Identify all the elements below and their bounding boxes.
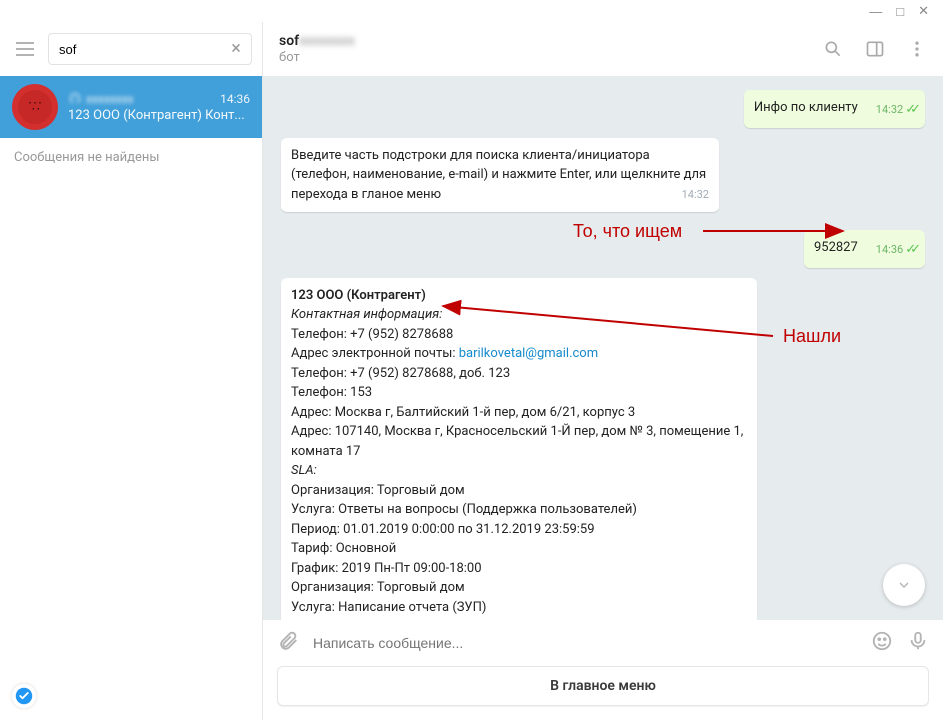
phone-line: Телефон: 153 bbox=[291, 385, 372, 400]
sla-line: Услуга: Ответы на вопросы (Поддержка пол… bbox=[291, 502, 637, 517]
message-time: 14:36 bbox=[876, 242, 903, 259]
message-text: Инфо по клиенту bbox=[754, 100, 858, 115]
main-menu-button[interactable]: В главное меню bbox=[277, 666, 929, 706]
sla-line: Тариф: Основной bbox=[291, 541, 396, 556]
message-incoming[interactable]: Введите часть подстроки для поиска клиен… bbox=[281, 138, 719, 213]
message-outgoing[interactable]: 952827 14:36✓✓ bbox=[804, 230, 925, 268]
search-input[interactable] bbox=[48, 33, 252, 65]
message-time: 14:32 bbox=[682, 187, 709, 204]
window-minimize-button[interactable]: — bbox=[869, 4, 882, 19]
phone-line: Телефон: +7 (952) 8278688 bbox=[291, 327, 453, 342]
read-ticks-icon: ✓✓ bbox=[905, 100, 915, 120]
bot-icon bbox=[68, 92, 82, 106]
chat-list-item[interactable]: xxxxxxxx 14:36 123 ООО (Контрагент) Конт… bbox=[0, 76, 262, 138]
sla-line: Организация: Торговый дом bbox=[291, 580, 465, 595]
messages-not-found-label: Сообщения не найдены bbox=[0, 138, 262, 177]
chat-pane: sofxxxxxxxx бот Инфо по клиенту bbox=[263, 22, 943, 720]
sla-line: График: 2019 Пн-Пт 09:00-18:00 bbox=[291, 561, 482, 576]
sla-line: Организация: Торговый дом bbox=[291, 483, 465, 498]
sla-line: Услуга: Написание отчета (ЗУП) bbox=[291, 600, 486, 615]
chat-title[interactable]: sofxxxxxxxx bbox=[279, 33, 823, 49]
chevron-down-icon bbox=[896, 577, 912, 593]
verified-badge-icon[interactable] bbox=[12, 684, 36, 708]
email-label: Адрес электронной почты: bbox=[291, 346, 459, 361]
message-text: 952827 bbox=[814, 240, 858, 255]
email-link[interactable]: barilkovetal@gmail.com bbox=[459, 346, 598, 361]
message-outgoing[interactable]: Инфо по клиенту 14:32✓✓ bbox=[744, 90, 925, 128]
chat-header: sofxxxxxxxx бот bbox=[263, 22, 943, 76]
chat-preview: 123 ООО (Контрагент) Конт... bbox=[68, 108, 250, 123]
scroll-to-bottom-button[interactable] bbox=[883, 564, 925, 606]
window-titlebar: — □ ✕ bbox=[0, 0, 943, 22]
result-title: 123 ООО (Контрагент) bbox=[291, 288, 426, 303]
chat-avatar bbox=[12, 84, 58, 130]
message-text: Введите часть подстроки для поиска клиен… bbox=[291, 148, 706, 202]
contact-header: Контактная информация: bbox=[291, 307, 442, 322]
window-maximize-button[interactable]: □ bbox=[896, 4, 904, 19]
sidebar-toggle-icon[interactable] bbox=[865, 39, 885, 59]
emoji-icon[interactable] bbox=[871, 630, 893, 656]
window-close-button[interactable]: ✕ bbox=[918, 3, 929, 19]
message-time: 14:32 bbox=[876, 102, 903, 119]
search-clear-button[interactable]: × bbox=[226, 39, 246, 59]
address-line: Адрес: 107140, Москва г, Красносельский … bbox=[291, 424, 743, 459]
read-ticks-icon: ✓✓ bbox=[905, 240, 915, 260]
chat-name-blur: xxxxxxxx bbox=[86, 92, 134, 106]
message-incoming-result[interactable]: 123 ООО (Контрагент) Контактная информац… bbox=[281, 278, 757, 621]
sla-header: SLA: bbox=[291, 463, 317, 478]
microphone-icon[interactable] bbox=[907, 630, 929, 656]
chat-time: 14:36 bbox=[220, 92, 250, 106]
chat-subtitle: бот bbox=[279, 50, 823, 65]
attach-icon[interactable] bbox=[277, 630, 299, 656]
sla-line: Период: 01.01.2019 0:00:00 по 31.12.2019… bbox=[291, 522, 595, 537]
more-icon[interactable] bbox=[907, 39, 927, 59]
message-input[interactable] bbox=[313, 635, 857, 651]
address-line: Адрес: Москва г, Балтийский 1-й пер, дом… bbox=[291, 405, 635, 420]
search-icon[interactable] bbox=[823, 39, 843, 59]
hamburger-menu-button[interactable] bbox=[10, 34, 40, 64]
sidebar: × xxxxxxxx 14:36 123 ООО (Контрагент) Ко… bbox=[0, 22, 263, 720]
message-list: Инфо по клиенту 14:32✓✓ Введите часть по… bbox=[263, 76, 943, 620]
phone-line: Телефон: +7 (952) 8278688, доб. 123 bbox=[291, 366, 510, 381]
